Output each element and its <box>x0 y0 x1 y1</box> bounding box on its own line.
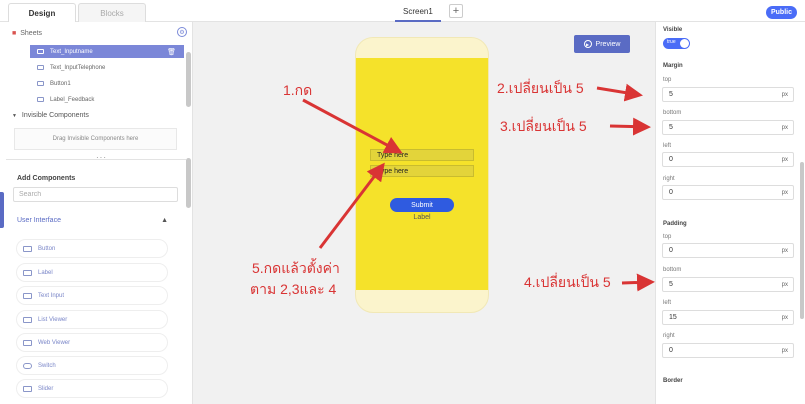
text-input-telephone[interactable]: Type here <box>370 165 474 177</box>
padding-right-input[interactable]: 0 px <box>662 343 794 358</box>
component-button[interactable]: Button <box>16 239 168 258</box>
phone-screen[interactable]: Type here Type here Submit Label <box>356 58 488 290</box>
margin-right-input[interactable]: 0 px <box>662 185 794 200</box>
preview-button[interactable]: ▶ Preview <box>574 35 630 53</box>
public-badge[interactable]: Public <box>766 6 797 19</box>
phone-mockup: Type here Type here Submit Label <box>355 37 489 313</box>
switch-icon <box>23 362 32 369</box>
button-icon <box>37 81 44 86</box>
padding-left-input[interactable]: 15 px <box>662 310 794 325</box>
visible-toggle[interactable]: true <box>663 38 690 49</box>
toggle-knob <box>680 39 689 48</box>
label-icon <box>23 269 32 276</box>
caret-up-icon: ▲ <box>161 217 168 224</box>
component-text-input[interactable]: Text Input <box>16 286 168 305</box>
padding-bottom-label: bottom <box>663 267 682 273</box>
label-feedback[interactable]: Label <box>356 214 488 221</box>
text-input-icon <box>23 292 32 299</box>
component-list-viewer[interactable]: List Viewer <box>16 310 168 329</box>
tab-design[interactable]: Design <box>8 3 76 22</box>
add-screen-button[interactable]: + <box>449 4 463 18</box>
sheets-label: Sheets <box>20 29 43 37</box>
top-bar: Design Blocks Screen1 + Public <box>0 0 805 22</box>
toggle-value: true <box>667 39 676 45</box>
properties-panel: Visible true Margin top 5 px bottom 5 px… <box>655 22 805 404</box>
label-icon <box>37 97 44 102</box>
component-label[interactable]: Label <box>16 263 168 282</box>
component-search-input[interactable] <box>13 187 178 202</box>
padding-label: Padding <box>663 221 687 227</box>
web-icon <box>23 339 32 346</box>
tree-item-label: Text_Inputname <box>50 48 93 55</box>
panel-collapse-handle[interactable] <box>0 192 4 228</box>
list-icon <box>23 316 32 323</box>
component-switch[interactable]: Switch <box>16 356 168 375</box>
text-input-icon <box>37 65 44 70</box>
border-label: Border <box>663 378 683 384</box>
annotation-step-1: 1.กด <box>283 82 313 98</box>
components-scrollbar[interactable] <box>186 158 191 208</box>
left-panel: ■ Sheets ⚙ Text_Inputname 🗑 Text_InputTe… <box>0 22 193 404</box>
component-web-viewer[interactable]: Web Viewer <box>16 333 168 352</box>
sheets-row[interactable]: ■ Sheets ⚙ <box>12 27 187 39</box>
annotation-step-2: 2.เปลี่ยนเป็น 5 <box>497 80 584 96</box>
text-input-icon <box>37 49 44 54</box>
trash-icon[interactable]: 🗑 <box>167 48 176 56</box>
database-icon: ■ <box>12 29 17 37</box>
tree-item-label: Text_InputTelephone <box>50 64 106 71</box>
resize-handle[interactable]: ··· <box>96 153 107 162</box>
tab-blocks[interactable]: Blocks <box>78 3 146 22</box>
text-input-name[interactable]: Type here <box>370 149 474 161</box>
add-components-title: Add Components <box>17 175 76 182</box>
button-icon <box>23 245 32 252</box>
user-interface-section[interactable]: User Interface ▲ <box>17 217 172 224</box>
design-canvas: ▶ Preview Type here Type here Submit Lab… <box>193 22 655 404</box>
properties-scrollbar[interactable] <box>800 162 804 319</box>
tree-item-text-inputname[interactable]: Text_Inputname 🗑 <box>30 45 184 58</box>
gear-icon[interactable]: ⚙ <box>177 27 187 37</box>
margin-bottom-input[interactable]: 5 px <box>662 120 794 135</box>
margin-left-input[interactable]: 0 px <box>662 152 794 167</box>
tree-scrollbar[interactable] <box>186 52 191 107</box>
annotation-step-5-line2: ตาม 2,3และ 4 <box>250 281 337 297</box>
component-slider[interactable]: Slider <box>16 379 168 398</box>
margin-top-input[interactable]: 5 px <box>662 87 794 102</box>
padding-right-label: right <box>663 333 675 339</box>
padding-left-label: left <box>663 300 672 306</box>
slider-icon <box>23 385 32 392</box>
submit-button[interactable]: Submit <box>390 198 454 212</box>
tree-item-label: Button1 <box>50 80 71 87</box>
annotation-step-5-line1: 5.กดแล้วตั้งค่า <box>252 260 340 276</box>
tab-screen1[interactable]: Screen1 <box>395 3 441 22</box>
padding-top-label: top <box>663 234 672 240</box>
margin-top-label: top <box>663 77 672 83</box>
margin-bottom-label: bottom <box>663 110 682 116</box>
tree-item-button1[interactable]: Button1 <box>30 77 184 90</box>
invisible-drop-zone[interactable]: Drag Invisible Components here <box>14 128 177 150</box>
tree-item-label: Label_Feedback <box>50 96 95 103</box>
padding-bottom-input[interactable]: 5 px <box>662 277 794 292</box>
margin-right-label: right <box>663 176 675 182</box>
annotation-step-4: 4.เปลี่ยนเป็น 5 <box>524 274 611 290</box>
margin-left-label: left <box>663 143 672 149</box>
padding-top-input[interactable]: 0 px <box>662 243 794 258</box>
tree-item-label-feedback[interactable]: Label_Feedback <box>30 93 184 106</box>
margin-label: Margin <box>663 63 683 69</box>
caret-down-icon: ▼ <box>12 113 17 119</box>
play-icon: ▶ <box>583 40 592 48</box>
visible-label: Visible <box>663 27 683 33</box>
divider <box>6 159 186 160</box>
invisible-components-title[interactable]: ▼ Invisible Components <box>12 112 89 119</box>
tree-item-text-inputtelephone[interactable]: Text_InputTelephone <box>30 61 184 74</box>
annotation-step-3: 3.เปลี่ยนเป็น 5 <box>500 118 587 134</box>
